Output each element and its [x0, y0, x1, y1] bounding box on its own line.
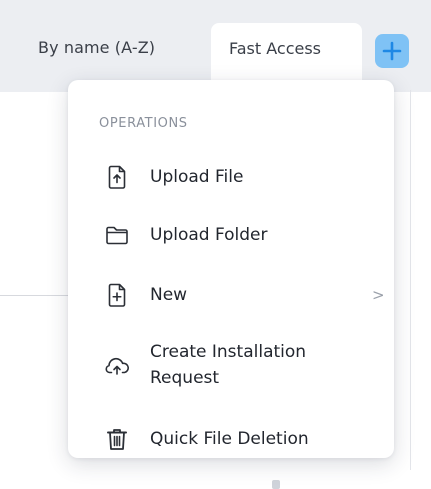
operations-menu: OPERATIONS Upload File Upload Folder New…: [68, 80, 394, 458]
chevron-right-icon: >: [372, 286, 385, 304]
menu-item-label: New: [150, 285, 188, 305]
menu-item-new[interactable]: New >: [68, 280, 394, 310]
menu-item-label: Quick File Deletion: [150, 429, 309, 449]
menu-item-upload-file[interactable]: Upload File: [68, 162, 394, 192]
menu-item-label: Create Installation Request: [150, 342, 307, 388]
menu-item-label: Upload File: [150, 167, 244, 187]
menu-heading: OPERATIONS: [99, 116, 188, 131]
trash-icon: [104, 426, 130, 452]
new-file-icon: [104, 282, 130, 308]
divider: [410, 90, 411, 470]
sort-dropdown[interactable]: By name (A-Z): [38, 38, 155, 57]
fast-access-tab[interactable]: Fast Access: [211, 23, 362, 80]
menu-item-label: Upload Folder: [150, 225, 268, 245]
menu-item-quick-file-deletion[interactable]: Quick File Deletion: [68, 424, 394, 454]
menu-item-create-installation-request[interactable]: Create Installation Request: [68, 335, 394, 397]
upload-file-icon: [104, 164, 130, 190]
folder-icon: [104, 222, 130, 248]
cloud-upload-icon: [104, 353, 130, 379]
add-button[interactable]: [375, 34, 409, 68]
divider: [0, 295, 68, 296]
fast-access-label: Fast Access: [229, 39, 322, 58]
scroll-indicator: [272, 480, 280, 489]
plus-icon: [382, 41, 402, 61]
menu-item-upload-folder[interactable]: Upload Folder: [68, 220, 394, 250]
